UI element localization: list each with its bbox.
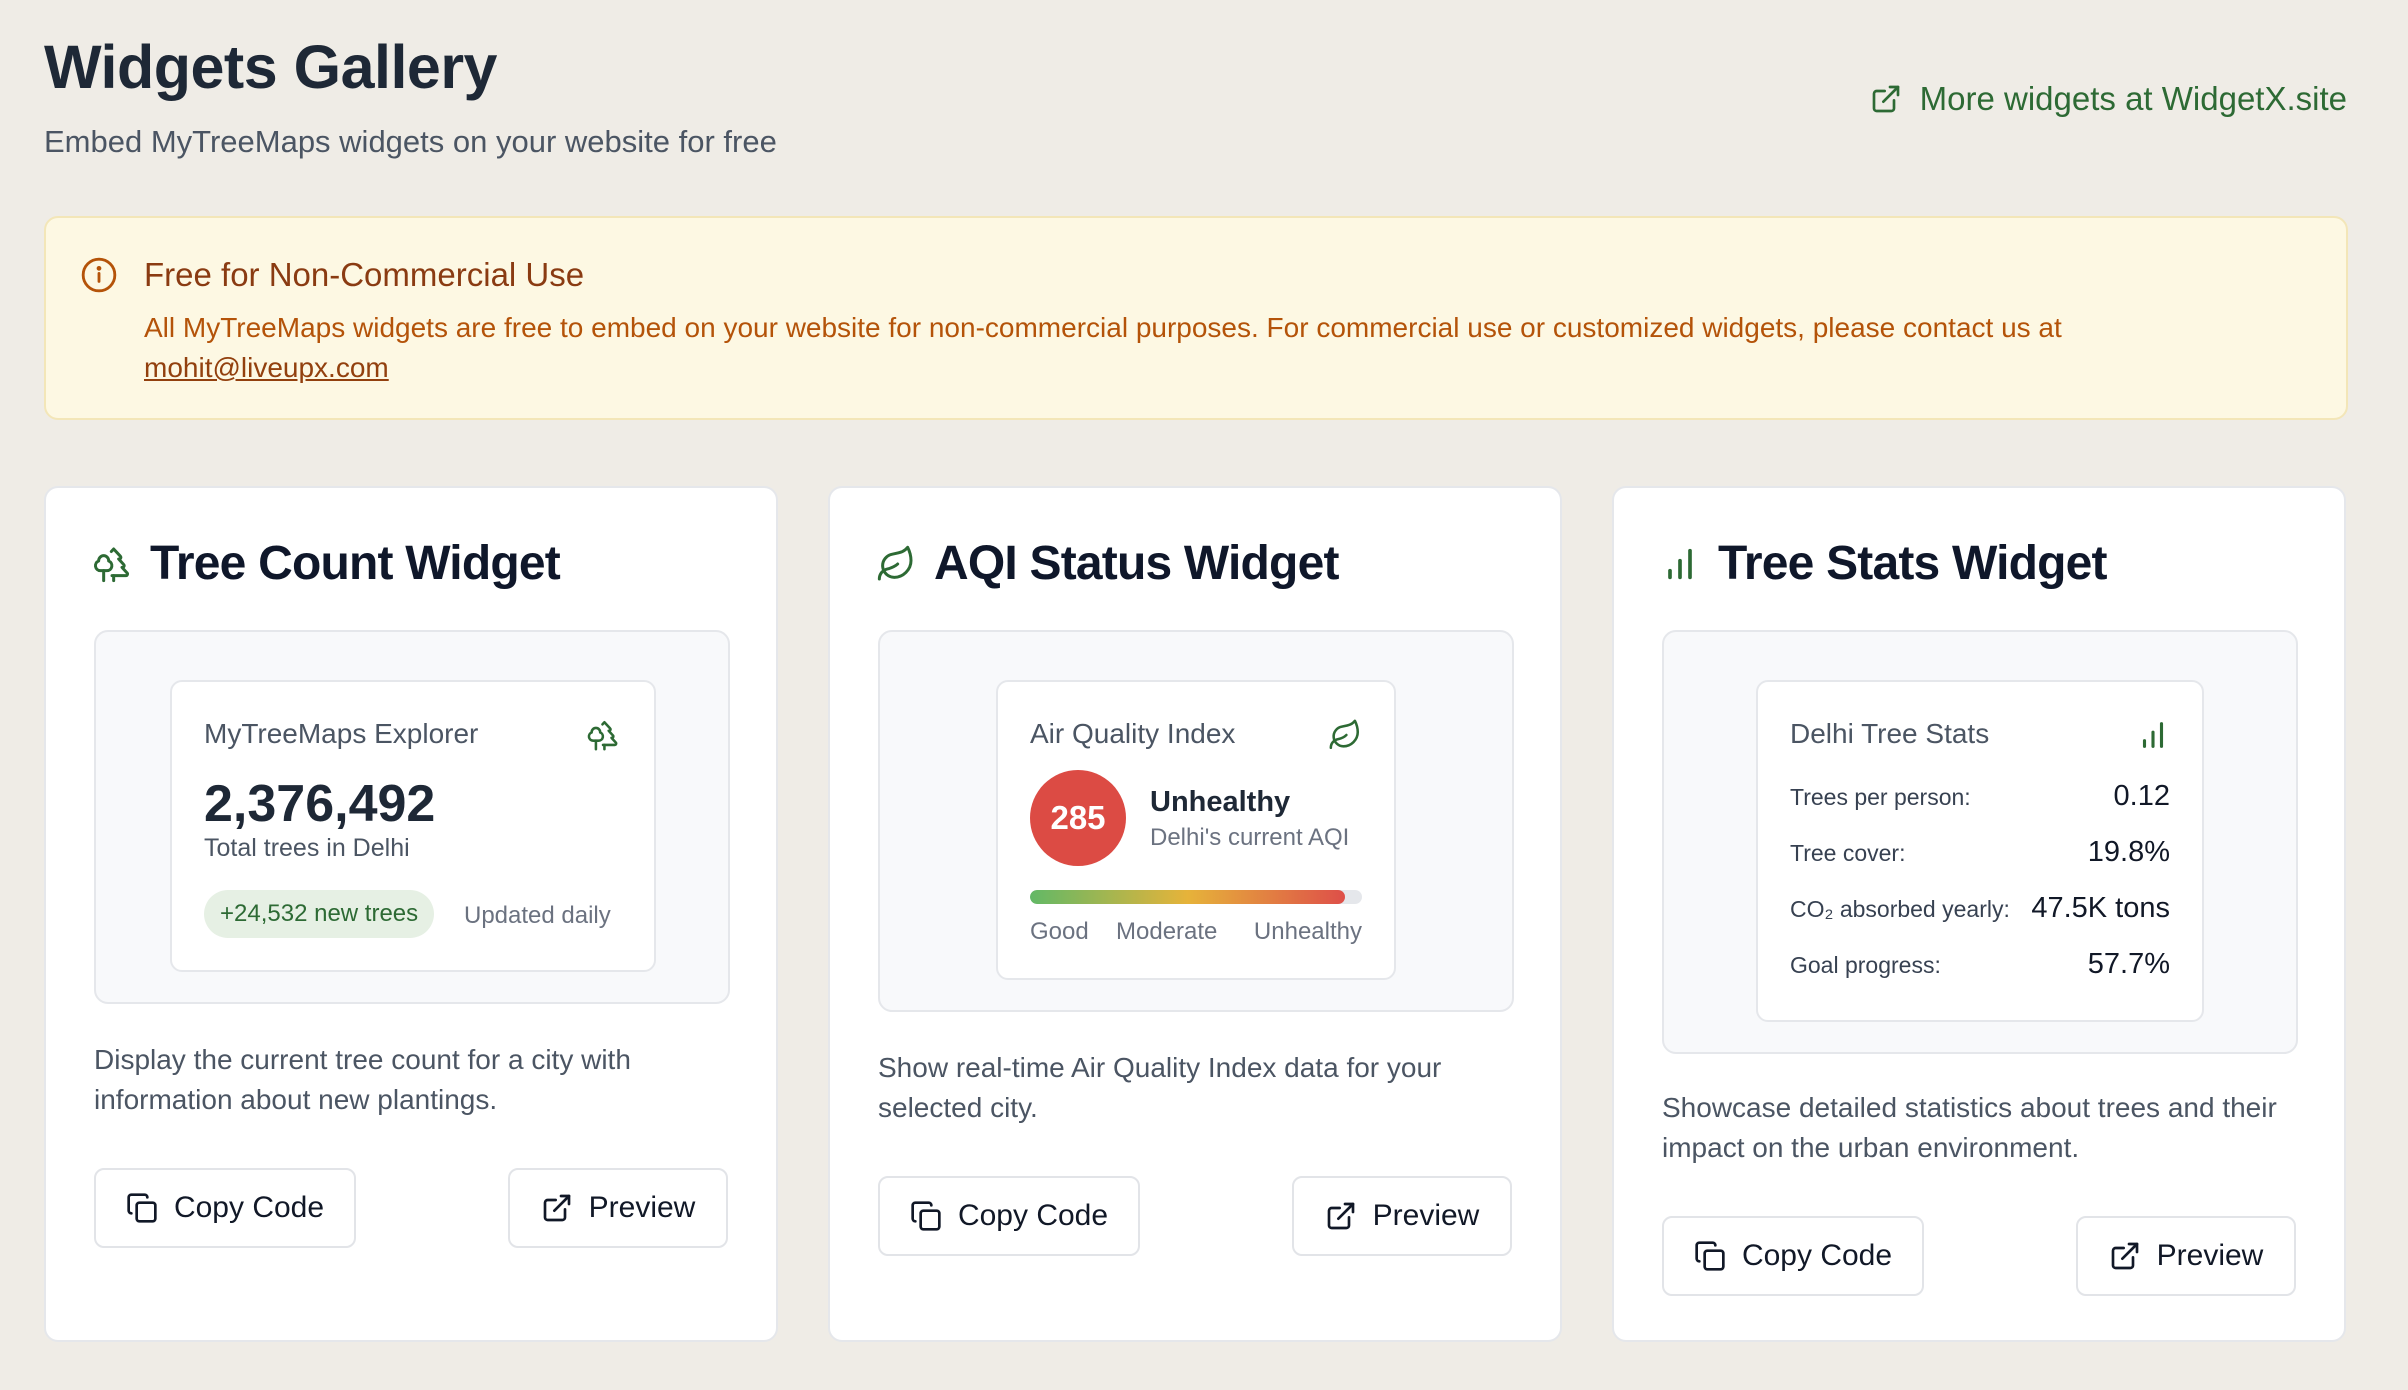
external-link-icon	[1327, 1202, 1354, 1230]
stat-label: Tree cover:	[1790, 840, 1906, 866]
bar-chart-icon	[2142, 722, 2164, 748]
notice-body: All MyTreeMaps widgets are free to embed…	[144, 308, 2294, 388]
stat-value: 19.8%	[2087, 836, 2170, 868]
page-title: Widgets Gallery	[44, 33, 497, 101]
aqi-value-badge: 285	[1030, 770, 1126, 866]
tree-count-value: 2,376,492	[204, 775, 436, 833]
tree-count-label: Total trees in Delhi	[204, 834, 410, 862]
aqi-preview: Air Quality Index 285 Unhealthy Delhi's …	[996, 680, 1396, 980]
bar-chart-icon	[1668, 548, 1692, 579]
stat-value: 57.7%	[2087, 948, 2170, 980]
card-description: Display the current tree count for a cit…	[94, 1044, 631, 1115]
aqi-subtitle: Delhi's current AQI	[1150, 824, 1350, 851]
preview-label: Preview	[1372, 1199, 1480, 1232]
copy-code-button[interactable]: Copy Code	[94, 1168, 356, 1248]
license-notice: Free for Non-Commercial Use All MyTreeMa…	[44, 216, 2348, 420]
preview-label: Preview	[588, 1191, 696, 1224]
notice-title: Free for Non-Commercial Use	[144, 256, 585, 293]
preview-button[interactable]: Preview	[2076, 1216, 2296, 1296]
tree-stats-card: Tree Stats Widget Delhi Tree Stats Trees…	[1612, 486, 2346, 1342]
info-icon	[81, 257, 117, 293]
copy-icon	[127, 1193, 157, 1223]
stat-value: 0.12	[2113, 780, 2170, 812]
widget-preview-area: MyTreeMaps Explorer 2,376,492 Total tree…	[94, 630, 730, 1004]
stat-label: CO₂ absorbed yearly:	[1790, 896, 2010, 922]
trees-icon	[587, 720, 618, 751]
stat-value: 47.5K tons	[2031, 892, 2170, 924]
scale-moderate: Moderate	[1116, 918, 1218, 945]
copy-code-label: Copy Code	[957, 1199, 1109, 1232]
scale-good: Good	[1030, 918, 1089, 945]
copy-icon	[1695, 1241, 1725, 1271]
aqi-level-fill	[1030, 890, 1346, 904]
trees-icon	[94, 547, 129, 582]
updated-label: Updated daily	[464, 902, 611, 929]
stat-label: Goal progress:	[1790, 952, 1941, 978]
preview-title: MyTreeMaps Explorer	[204, 718, 479, 749]
external-link-icon	[2111, 1242, 2138, 1270]
new-trees-badge: +24,532 new trees	[204, 890, 435, 938]
preview-label: Preview	[2156, 1239, 2264, 1272]
copy-icon	[911, 1201, 941, 1231]
preview-title: Air Quality Index	[1030, 718, 1236, 749]
copy-code-button[interactable]: Copy Code	[878, 1176, 1140, 1256]
widget-preview-area: Air Quality Index 285 Unhealthy Delhi's …	[878, 630, 1514, 1012]
preview-button[interactable]: Preview	[1292, 1176, 1512, 1256]
tree-stats-preview: Delhi Tree Stats Trees per person: 0.12 …	[1756, 680, 2204, 1022]
aqi-status-card: AQI Status Widget Air Quality Index 285 …	[828, 486, 1562, 1342]
leaf-icon	[877, 545, 913, 580]
more-widgets-label: More widgets at WidgetX.site	[1919, 80, 2347, 117]
aqi-level-bar	[1030, 890, 1362, 904]
aqi-status: Unhealthy	[1150, 786, 1291, 818]
preview-button[interactable]: Preview	[508, 1168, 728, 1248]
tree-count-card: Tree Count Widget MyTreeMaps Explorer 2,…	[44, 486, 778, 1342]
tree-count-preview: MyTreeMaps Explorer 2,376,492 Total tree…	[170, 680, 656, 972]
card-title: AQI Status Widget	[934, 537, 1339, 590]
card-description: Showcase detailed statistics about trees…	[1662, 1092, 2277, 1163]
copy-code-label: Copy Code	[173, 1191, 325, 1224]
card-description: Show real-time Air Quality Index data fo…	[878, 1052, 1442, 1123]
card-title: Tree Stats Widget	[1718, 537, 2108, 590]
copy-code-label: Copy Code	[1741, 1239, 1893, 1272]
page-subtitle: Embed MyTreeMaps widgets on your website…	[44, 124, 777, 159]
leaf-icon	[1329, 719, 1360, 750]
preview-title: Delhi Tree Stats	[1790, 718, 1990, 749]
widget-preview-area: Delhi Tree Stats Trees per person: 0.12 …	[1662, 630, 2298, 1054]
external-link-icon	[1872, 85, 1899, 113]
contact-email-link[interactable]: mohit@liveupx.com	[144, 352, 389, 383]
external-link-icon	[543, 1194, 570, 1222]
stat-label: Trees per person:	[1790, 784, 1971, 810]
notice-text: All MyTreeMaps widgets are free to embed…	[144, 312, 2062, 343]
card-title: Tree Count Widget	[150, 537, 561, 590]
copy-code-button[interactable]: Copy Code	[1662, 1216, 1924, 1296]
scale-unhealthy: Unhealthy	[1253, 918, 1362, 945]
more-widgets-link[interactable]: More widgets at WidgetX.site	[1870, 80, 2347, 118]
